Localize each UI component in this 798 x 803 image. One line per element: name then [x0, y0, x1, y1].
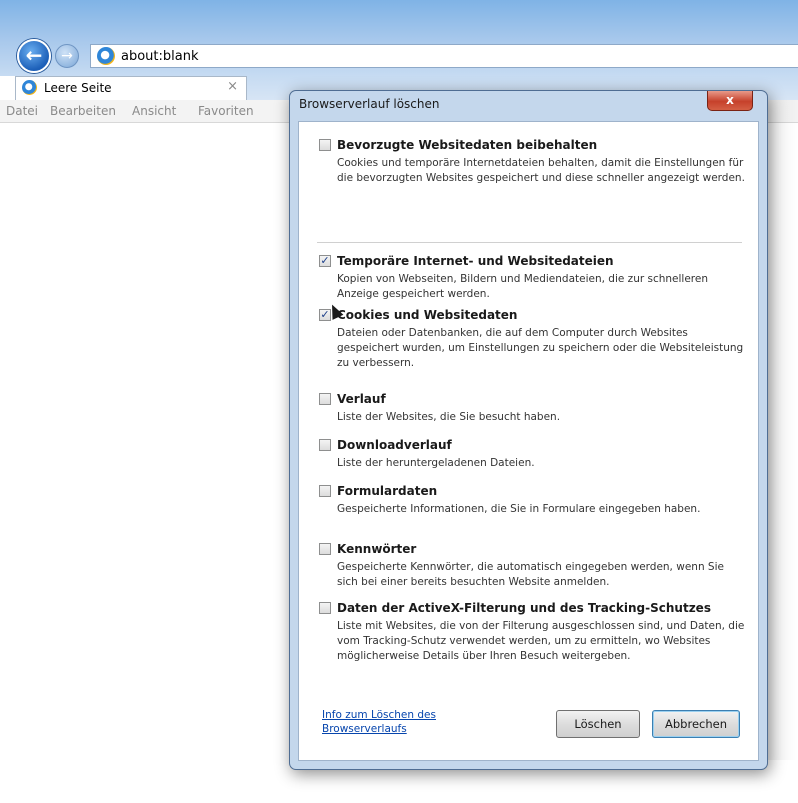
- option-title[interactable]: Downloadverlauf: [337, 438, 452, 452]
- option-description: Gespeicherte Informationen, die Sie in F…: [337, 503, 701, 515]
- back-button[interactable]: ←: [17, 39, 51, 73]
- checkbox-form-data[interactable]: [319, 485, 331, 497]
- info-delete-history-link[interactable]: Info zum Löschen des Browserverlaufs: [322, 708, 482, 736]
- menu-favoriten[interactable]: Favoriten: [198, 104, 254, 118]
- dialog-close-button[interactable]: x: [707, 91, 753, 111]
- address-bar[interactable]: about:blank: [90, 44, 798, 68]
- menu-datei[interactable]: Datei: [6, 104, 38, 118]
- checkbox-passwords[interactable]: [319, 543, 331, 555]
- forward-button[interactable]: →: [55, 44, 79, 68]
- close-icon: x: [726, 93, 734, 107]
- tab-ie-icon: [22, 80, 37, 95]
- tab-leere-seite[interactable]: Leere Seite ×: [15, 76, 247, 100]
- forward-arrow-icon: →: [61, 48, 73, 64]
- option-title[interactable]: Bevorzugte Websitedaten beibehalten: [337, 138, 597, 152]
- delete-button[interactable]: Löschen: [556, 710, 640, 738]
- back-arrow-icon: ←: [25, 43, 43, 67]
- delete-history-dialog: Browserverlauf löschen x Bevorzugte Webs…: [289, 90, 768, 770]
- page-shadow: [768, 100, 798, 760]
- option-title[interactable]: Temporäre Internet- und Websitedateien: [337, 254, 614, 268]
- menu-ansicht[interactable]: Ansicht: [132, 104, 176, 118]
- ie-logo-icon: [97, 47, 115, 65]
- tab-close-icon[interactable]: ×: [227, 79, 238, 94]
- option-title[interactable]: Daten der ActiveX-Filterung und des Trac…: [337, 601, 711, 615]
- dialog-title: Browserverlauf löschen: [299, 97, 440, 111]
- tab-label: Leere Seite: [44, 81, 112, 95]
- navigation-row: ← → about:blank: [0, 30, 798, 73]
- option-description: Cookies und temporäre Internetdateien be…: [337, 157, 745, 184]
- options-separator: [317, 242, 742, 243]
- browser-toolbar: ← → about:blank: [0, 0, 798, 76]
- checkbox-temp-files[interactable]: ✓: [319, 255, 331, 267]
- checkbox-activex-tracking[interactable]: [319, 602, 331, 614]
- menu-bearbeiten[interactable]: Bearbeiten: [50, 104, 116, 118]
- checkbox-preserve-favorites[interactable]: [319, 139, 331, 151]
- option-description: Liste mit Websites, die von der Filterun…: [337, 620, 745, 662]
- option-description: Liste der Websites, die Sie besucht habe…: [337, 411, 561, 423]
- cancel-button[interactable]: Abbrechen: [652, 710, 740, 738]
- option-description: Liste der heruntergeladenen Dateien.: [337, 457, 535, 469]
- option-title[interactable]: Cookies und Websitedaten: [337, 308, 517, 322]
- option-title[interactable]: Kennwörter: [337, 542, 416, 556]
- option-description: Gespeicherte Kennwörter, die automatisch…: [337, 561, 724, 588]
- address-text[interactable]: about:blank: [121, 49, 199, 64]
- checkbox-history[interactable]: [319, 393, 331, 405]
- dialog-body: Bevorzugte Websitedaten beibehalten Cook…: [298, 121, 759, 761]
- option-description: Dateien oder Datenbanken, die auf dem Co…: [337, 327, 744, 369]
- option-title[interactable]: Verlauf: [337, 392, 386, 406]
- option-description: Kopien von Webseiten, Bildern und Medien…: [337, 273, 709, 300]
- option-title[interactable]: Formulardaten: [337, 484, 437, 498]
- checkbox-download-history[interactable]: [319, 439, 331, 451]
